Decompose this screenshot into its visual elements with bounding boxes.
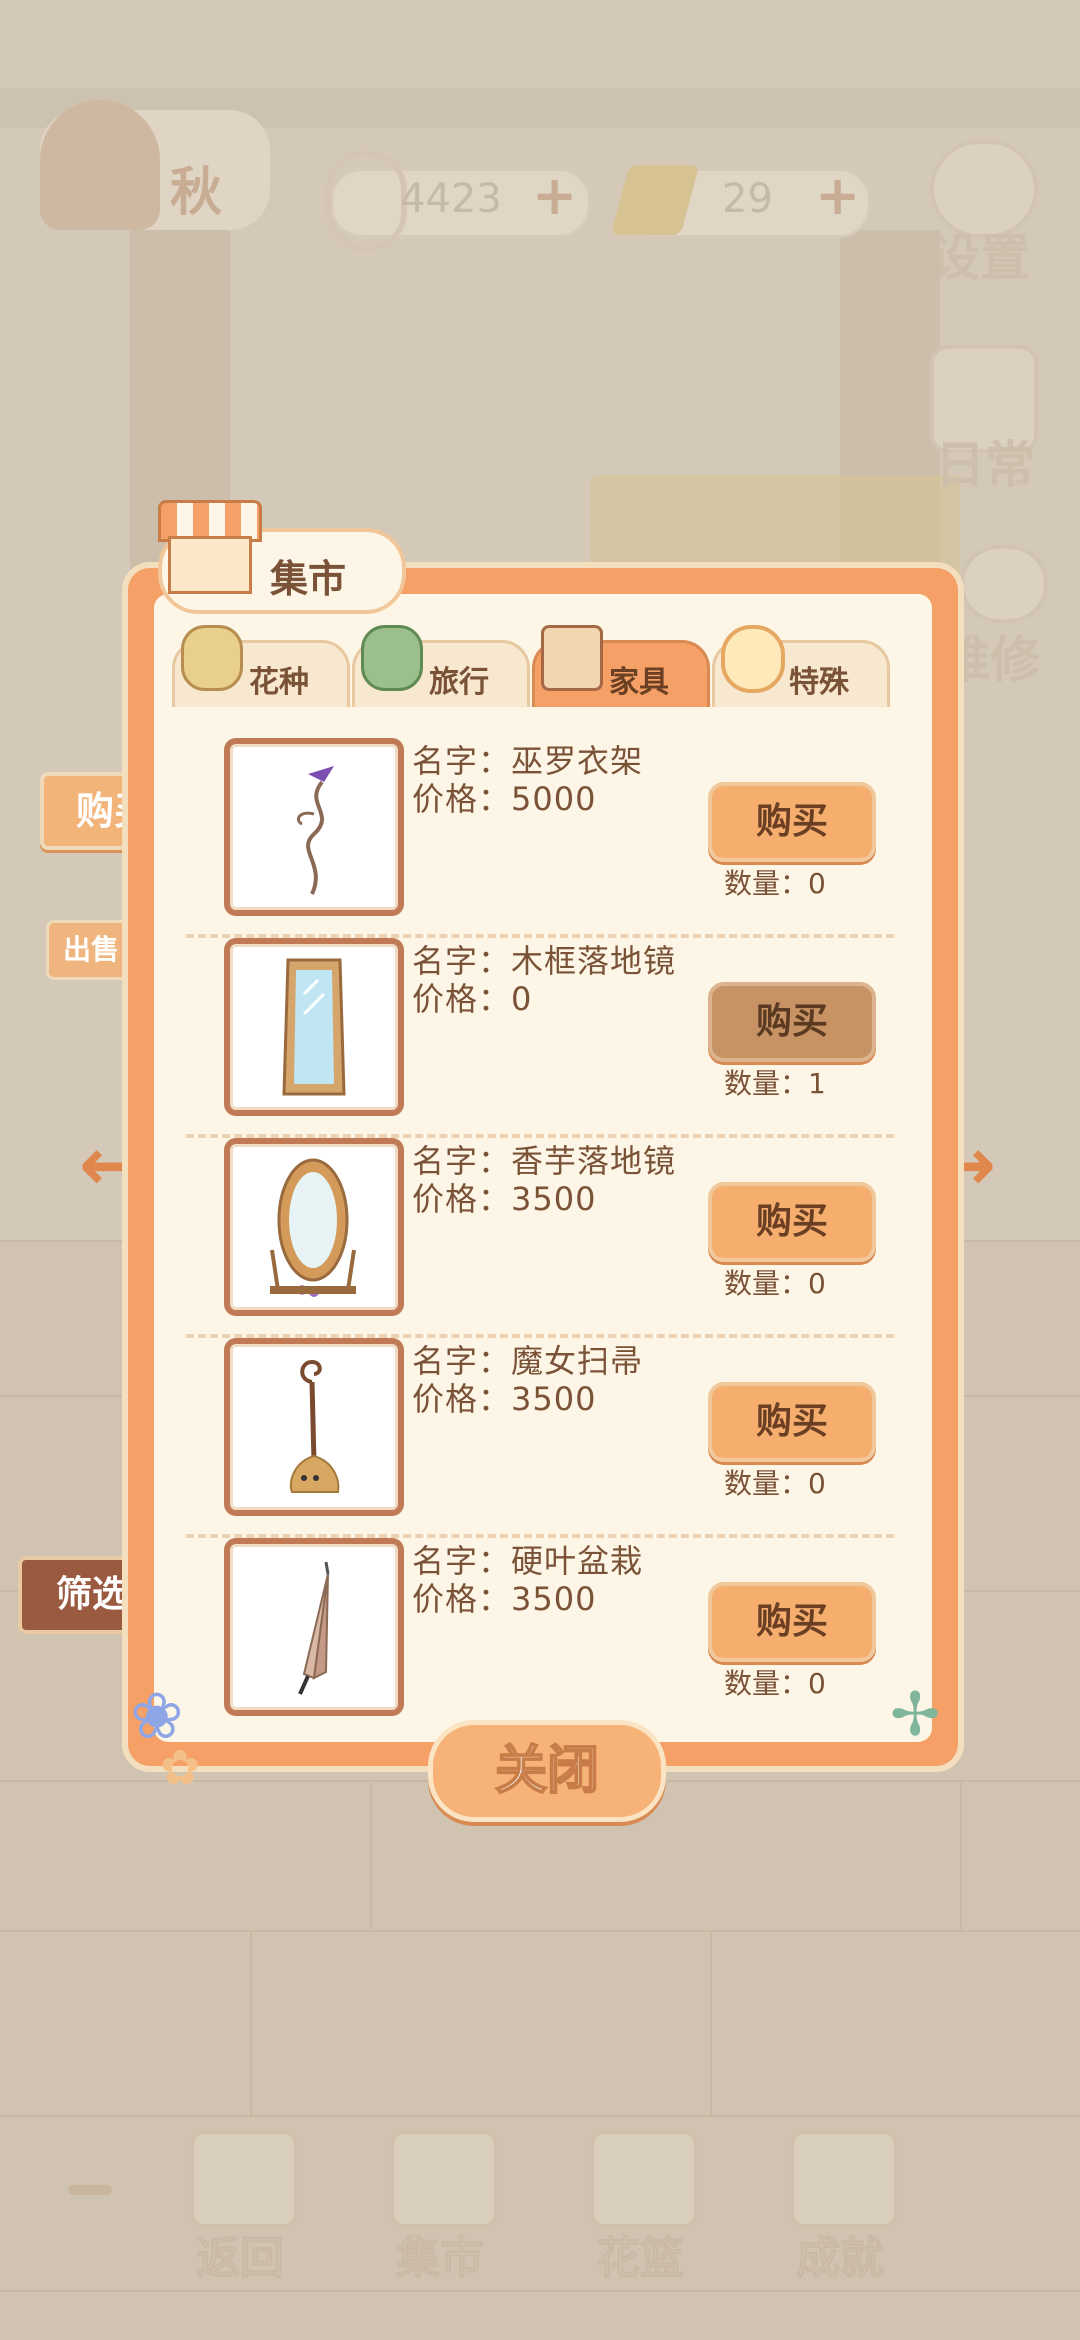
buy-button[interactable]: 购买	[708, 982, 876, 1062]
item-info: 名字：香芋落地镜 价格：3500	[412, 1142, 676, 1218]
coat-rack-icon	[297, 766, 334, 895]
butterfly-icon: ✿	[160, 1740, 201, 1796]
tab-label: 特殊	[789, 665, 849, 700]
tab-label: 旅行	[429, 665, 489, 700]
item-thumbnail	[224, 1538, 404, 1716]
broom-icon	[289, 1359, 340, 1493]
item-quantity: 数量：0	[724, 1267, 826, 1300]
item-info: 名字：硬叶盆栽 价格：3500	[412, 1542, 643, 1618]
tab-label: 家具	[609, 665, 669, 700]
item-price: 价格：3500	[412, 1580, 597, 1618]
list-item: 名字：硬叶盆栽 价格：3500 购买 数量：0	[180, 1538, 900, 1728]
tab-label: 花种	[249, 665, 309, 700]
item-price: 价格：3500	[412, 1180, 597, 1218]
item-info: 名字：魔女扫帚 价格：3500	[412, 1342, 643, 1418]
buy-button[interactable]: 购买	[708, 1182, 876, 1262]
tab-special[interactable]: 特殊	[712, 625, 890, 707]
item-name: 名字：香芋落地镜	[412, 1142, 677, 1180]
close-button[interactable]: 关闭	[428, 1720, 666, 1822]
market-title: 集市	[270, 557, 347, 601]
list-item: 名字：香芋落地镜 价格：3500 购买 数量：0	[180, 1138, 900, 1338]
tab-furniture[interactable]: 家具	[532, 625, 710, 707]
seed-bag-icon	[181, 625, 243, 691]
item-name: 名字：巫罗衣架	[412, 742, 644, 780]
item-info: 名字：巫罗衣架 价格：5000	[412, 742, 643, 818]
oval-mirror-icon	[270, 1158, 356, 1297]
item-quantity: 数量：0	[724, 1467, 826, 1500]
bed-icon	[541, 625, 603, 691]
item-info: 名字：木框落地镜 价格：0	[412, 942, 676, 1018]
item-quantity: 数量：0	[724, 1667, 826, 1700]
market-stall-icon	[158, 500, 262, 594]
list-item: 名字：巫罗衣架 价格：5000 购买 数量：0	[180, 738, 900, 938]
item-thumbnail	[224, 1138, 404, 1316]
item-name: 名字：魔女扫帚	[412, 1342, 644, 1380]
item-thumbnail	[224, 738, 404, 916]
item-quantity: 数量：0	[724, 867, 826, 900]
tab-travel[interactable]: 旅行	[352, 625, 530, 707]
item-name: 名字：木框落地镜	[412, 942, 677, 980]
dragonfly-icon: ✢	[890, 1680, 941, 1750]
buy-button[interactable]: 购买	[708, 1582, 876, 1662]
umbrella-icon	[298, 1561, 330, 1695]
list-item: 名字：木框落地镜 价格：0 购买 数量：1	[180, 938, 900, 1138]
item-thumbnail	[224, 938, 404, 1116]
sell-mode-tab[interactable]: 出售	[46, 920, 136, 980]
stall-counter	[168, 536, 252, 594]
buy-button[interactable]: 购买	[708, 1382, 876, 1462]
floor-mirror-icon	[282, 958, 346, 1096]
item-price: 价格：3500	[412, 1380, 597, 1418]
item-thumbnail	[224, 1338, 404, 1516]
list-item: 名字：魔女扫帚 价格：3500 购买 数量：0	[180, 1338, 900, 1538]
rice-dumpling-icon	[361, 625, 423, 691]
tab-seeds[interactable]: 花种	[172, 625, 350, 707]
item-quantity: 数量：1	[724, 1067, 826, 1100]
alarm-clock-icon	[721, 625, 785, 693]
item-name: 名字：硬叶盆栽	[412, 1542, 644, 1580]
item-price: 价格：0	[412, 980, 533, 1018]
item-price: 价格：5000	[412, 780, 597, 818]
buy-button[interactable]: 购买	[708, 782, 876, 862]
